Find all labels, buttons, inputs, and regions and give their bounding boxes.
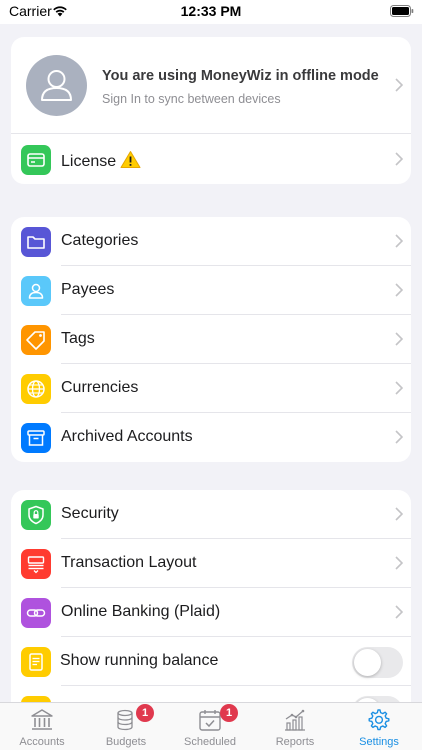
security-row[interactable]: Security <box>11 490 411 539</box>
partial-setting-row[interactable] <box>11 686 411 702</box>
chevron-right-icon <box>395 556 403 570</box>
sign-in-row[interactable]: You are using MoneyWiz in offline mode S… <box>11 37 411 134</box>
globe-icon <box>21 374 51 404</box>
user-silhouette-icon <box>41 70 72 101</box>
transaction-layout-row[interactable]: Transaction Layout <box>11 539 411 588</box>
scheduled-badge: 1 <box>220 704 238 722</box>
tab-accounts[interactable]: Accounts <box>0 703 84 750</box>
offline-mode-title: You are using MoneyWiz in offline mode <box>102 68 379 84</box>
tags-label: Tags <box>61 330 95 347</box>
running-balance-toggle[interactable] <box>352 647 403 678</box>
payees-row[interactable]: Payees <box>11 266 411 315</box>
tag-icon <box>21 325 51 355</box>
tab-settings[interactable]: Settings <box>337 703 421 750</box>
license-card-icon <box>21 145 51 175</box>
warning-icon <box>120 151 141 168</box>
currencies-label: Currencies <box>61 379 139 396</box>
categories-label: Categories <box>61 232 139 249</box>
archived-accounts-label: Archived Accounts <box>61 428 193 445</box>
chevron-right-icon <box>395 430 403 444</box>
sign-in-subtitle: Sign In to sync between devices <box>102 92 281 106</box>
person-icon <box>21 276 51 306</box>
tab-reports-label: Reports <box>275 736 315 748</box>
running-balance-row: Show running balance <box>11 637 411 686</box>
tab-reports[interactable]: Reports <box>253 703 337 750</box>
tags-row[interactable]: Tags <box>11 315 411 364</box>
lists-card: Categories Payees Tags Currencies Archiv… <box>11 217 411 462</box>
chevron-right-icon <box>395 332 403 346</box>
categories-row[interactable]: Categories <box>11 217 411 266</box>
clock: 12:33 PM <box>180 3 242 19</box>
account-card: You are using MoneyWiz in offline mode S… <box>11 37 411 184</box>
preferences-card: Security Transaction Layout Online Banki… <box>11 490 411 702</box>
chevron-right-icon <box>395 507 403 521</box>
license-label-group: License <box>61 150 141 171</box>
online-banking-row[interactable]: Online Banking (Plaid) <box>11 588 411 637</box>
payees-label: Payees <box>61 281 115 298</box>
link-icon <box>21 598 51 628</box>
running-balance-label: Show running balance <box>60 652 219 669</box>
chevron-right-icon <box>395 605 403 619</box>
chevron-right-icon <box>395 283 403 297</box>
chevron-right-icon <box>395 381 403 395</box>
toggle-knob <box>354 649 381 676</box>
folder-icon <box>21 227 51 257</box>
archive-box-icon <box>21 423 51 453</box>
tab-accounts-label: Accounts <box>19 736 65 748</box>
transaction-layout-label: Transaction Layout <box>61 554 197 571</box>
tab-settings-label: Settings <box>359 736 399 748</box>
battery-icon <box>390 5 414 17</box>
tab-budgets-label: Budgets <box>105 736 147 748</box>
tab-scheduled[interactable]: 1 Scheduled <box>168 703 252 750</box>
archived-accounts-row[interactable]: Archived Accounts <box>11 413 411 462</box>
license-label: License <box>61 153 117 170</box>
tab-bar: Accounts 1 Budgets 1 Scheduled Reports S… <box>0 702 422 750</box>
tab-scheduled-label: Scheduled <box>184 736 236 748</box>
settings-scroll-view[interactable]: You are using MoneyWiz in offline mode S… <box>0 24 422 702</box>
chevron-right-icon <box>395 78 403 92</box>
tab-budgets[interactable]: 1 Budgets <box>84 703 168 750</box>
bank-icon <box>31 709 53 730</box>
chevron-right-icon <box>395 234 403 248</box>
security-label: Security <box>61 505 119 522</box>
license-row[interactable]: License <box>11 135 411 184</box>
document-icon <box>21 647 51 677</box>
online-banking-label: Online Banking (Plaid) <box>61 603 221 620</box>
chart-icon <box>285 709 305 731</box>
shield-icon <box>21 500 51 530</box>
gear-icon <box>368 709 390 731</box>
layout-icon <box>21 549 51 579</box>
status-bar: Carrier 12:33 PM <box>0 0 422 24</box>
chevron-right-icon <box>395 152 403 166</box>
currencies-row[interactable]: Currencies <box>11 364 411 413</box>
avatar <box>26 55 87 116</box>
budgets-badge: 1 <box>136 704 154 722</box>
